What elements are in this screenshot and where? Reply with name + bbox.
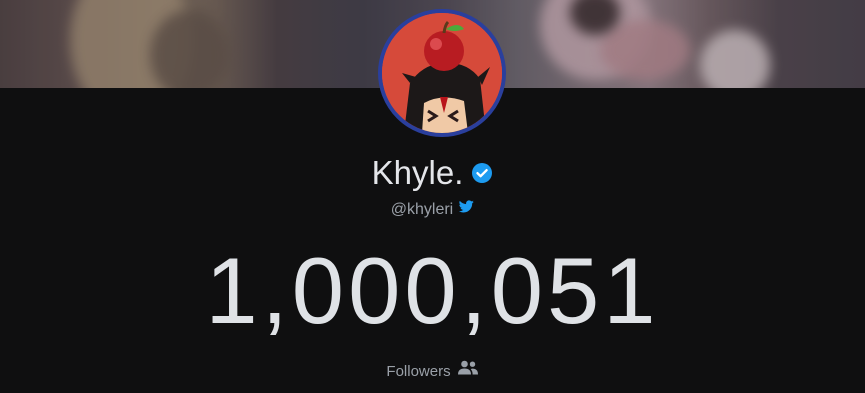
display-name-row: Khyle. <box>0 154 865 192</box>
handle[interactable]: @khyleri <box>391 201 453 218</box>
followers-label: Followers <box>386 363 451 380</box>
handle-row[interactable]: @khyleri <box>0 200 865 220</box>
follower-count: 1,000,051 <box>205 238 660 343</box>
twitter-bird-icon[interactable] <box>458 199 474 219</box>
users-icon <box>457 360 479 381</box>
avatar[interactable] <box>378 9 506 137</box>
display-name: Khyle. <box>371 154 464 191</box>
verified-badge-icon <box>471 154 493 192</box>
followers-label-row: Followers <box>0 360 865 382</box>
